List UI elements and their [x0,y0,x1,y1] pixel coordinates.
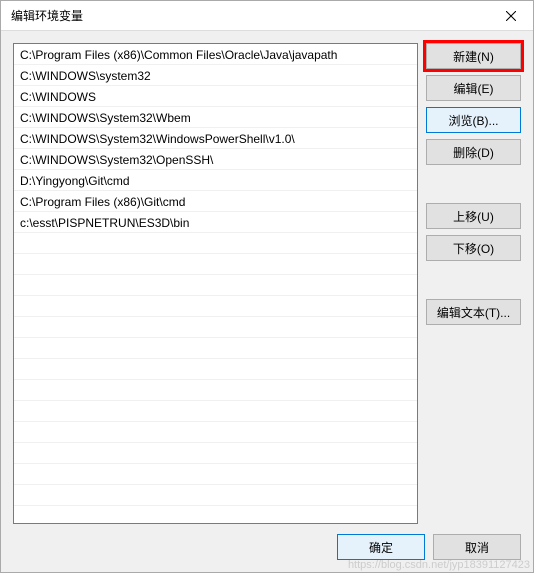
dialog-title: 编辑环境变量 [11,7,83,24]
list-item-empty[interactable] [14,296,417,317]
content-area: C:\Program Files (x86)\Common Files\Orac… [1,31,533,572]
cancel-button[interactable]: 取消 [433,534,521,560]
list-item[interactable]: C:\WINDOWS\system32 [14,65,417,86]
list-item[interactable]: C:\WINDOWS\System32\WindowsPowerShell\v1… [14,128,417,149]
delete-button[interactable]: 删除(D) [426,139,521,165]
list-item-empty[interactable] [14,254,417,275]
list-item-empty[interactable] [14,275,417,296]
list-item-empty[interactable] [14,401,417,422]
list-item-empty[interactable] [14,422,417,443]
list-item-empty[interactable] [14,338,417,359]
list-item-empty[interactable] [14,233,417,254]
button-sidebar: 新建(N) 编辑(E) 浏览(B)... 删除(D) 上移(U) 下移(O) 编… [426,43,521,524]
path-listbox[interactable]: C:\Program Files (x86)\Common Files\Orac… [13,43,418,524]
bottom-row: 确定 取消 [13,524,521,560]
list-item[interactable]: D:\Yingyong\Git\cmd [14,170,417,191]
new-button[interactable]: 新建(N) [426,43,521,69]
list-item[interactable]: C:\Program Files (x86)\Git\cmd [14,191,417,212]
list-item[interactable]: c:\esst\PISPNETRUN\ES3D\bin [14,212,417,233]
ok-button[interactable]: 确定 [337,534,425,560]
edittext-button[interactable]: 编辑文本(T)... [426,299,521,325]
list-item[interactable]: C:\WINDOWS\System32\Wbem [14,107,417,128]
list-item[interactable]: C:\WINDOWS\System32\OpenSSH\ [14,149,417,170]
list-item-empty[interactable] [14,380,417,401]
list-item-empty[interactable] [14,464,417,485]
list-item-empty[interactable] [14,359,417,380]
spacer [426,267,521,293]
close-icon [506,11,516,21]
list-item-empty[interactable] [14,485,417,506]
main-row: C:\Program Files (x86)\Common Files\Orac… [13,43,521,524]
close-button[interactable] [488,1,533,30]
list-item[interactable]: C:\WINDOWS [14,86,417,107]
list-item-empty[interactable] [14,317,417,338]
browse-button[interactable]: 浏览(B)... [426,107,521,133]
edit-button[interactable]: 编辑(E) [426,75,521,101]
spacer [426,171,521,197]
moveup-button[interactable]: 上移(U) [426,203,521,229]
titlebar: 编辑环境变量 [1,1,533,31]
movedown-button[interactable]: 下移(O) [426,235,521,261]
dialog: 编辑环境变量 C:\Program Files (x86)\Common Fil… [0,0,534,573]
list-item-empty[interactable] [14,443,417,464]
list-item[interactable]: C:\Program Files (x86)\Common Files\Orac… [14,44,417,65]
